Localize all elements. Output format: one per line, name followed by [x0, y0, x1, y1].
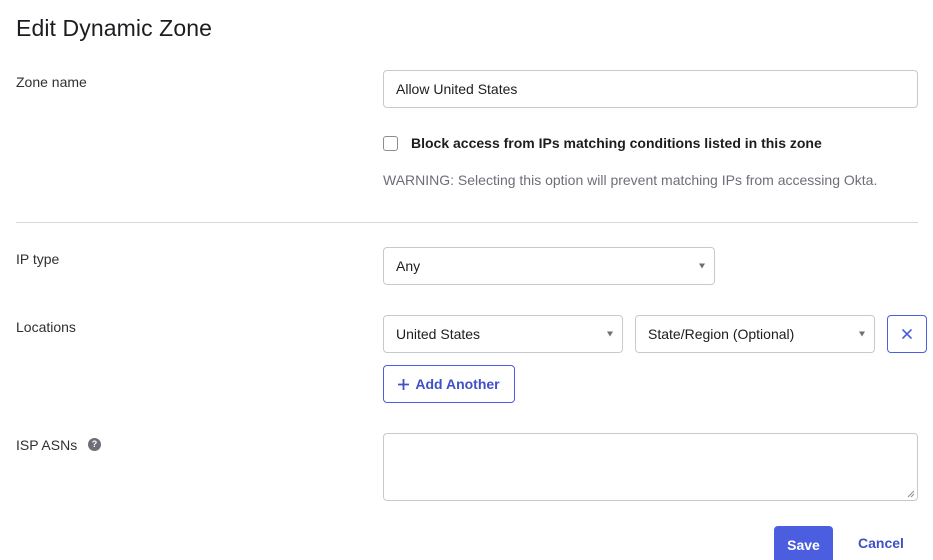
resize-handle-icon[interactable]: [907, 490, 915, 498]
cancel-button[interactable]: Cancel: [858, 535, 904, 551]
section-divider: [16, 222, 918, 223]
help-circle-icon[interactable]: ?: [88, 438, 101, 451]
isp-asns-label: ISP ASNs: [16, 437, 78, 453]
zone-name-value: Allow United States: [396, 81, 518, 97]
block-access-warning: WARNING: Selecting this option will prev…: [383, 172, 878, 188]
region-select[interactable]: State/Region (Optional): [635, 315, 875, 353]
ip-type-select[interactable]: Any: [383, 247, 715, 285]
caret-down-icon: [607, 331, 613, 337]
isp-asns-textarea[interactable]: [383, 433, 918, 501]
plus-icon: [398, 378, 410, 390]
block-access-label[interactable]: Block access from IPs matching condition…: [411, 135, 822, 151]
caret-down-icon: [859, 331, 865, 337]
ip-type-label: IP type: [16, 251, 60, 267]
edit-dynamic-zone-page: Edit Dynamic Zone Zone name Allow United…: [0, 0, 933, 560]
zone-name-input[interactable]: Allow United States: [383, 70, 918, 108]
page-title: Edit Dynamic Zone: [16, 15, 212, 41]
zone-name-label: Zone name: [16, 74, 87, 90]
add-another-button[interactable]: Add Another: [383, 365, 515, 403]
caret-down-icon: [699, 263, 705, 269]
block-access-checkbox[interactable]: [383, 136, 398, 151]
country-value: United States: [396, 326, 481, 342]
remove-location-button[interactable]: [887, 315, 927, 353]
locations-label: Locations: [16, 319, 76, 335]
ip-type-value: Any: [396, 258, 421, 274]
add-another-label: Add Another: [415, 376, 500, 392]
save-button[interactable]: Save: [774, 526, 833, 560]
region-value: State/Region (Optional): [648, 326, 795, 342]
country-select[interactable]: United States: [383, 315, 623, 353]
close-icon: [902, 329, 912, 339]
